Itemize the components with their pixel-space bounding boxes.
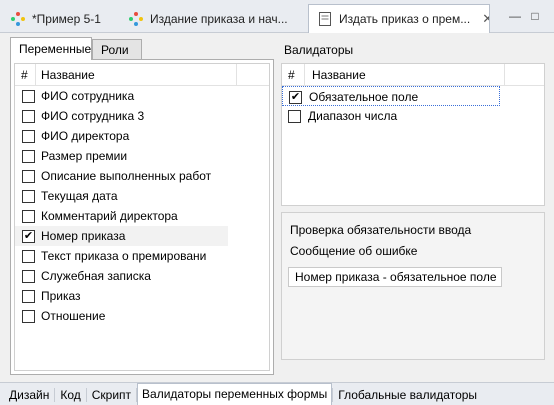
variables-table[interactable]: # Название ФИО сотрудника ФИО сотрудника …: [14, 63, 270, 371]
row-label: Комментарий директора: [41, 209, 178, 223]
checkbox[interactable]: [22, 210, 35, 223]
table-row[interactable]: Диапазон числа: [282, 106, 500, 126]
checkbox[interactable]: [22, 270, 35, 283]
table-row[interactable]: Размер премии: [15, 146, 228, 166]
checkbox[interactable]: [22, 250, 35, 263]
validators-table[interactable]: # Название ✔ Обязательное поле Диапазон чи…: [281, 63, 545, 206]
table-row[interactable]: ФИО сотрудника: [15, 86, 228, 106]
checkbox[interactable]: [22, 130, 35, 143]
header-index: #: [288, 68, 295, 82]
validator-detail: Проверка обязательности ввода Сообщение …: [281, 212, 545, 360]
row-label: Размер премии: [41, 149, 128, 163]
validators-rows: ✔ Обязательное поле Диапазон числа: [282, 86, 544, 126]
table-row[interactable]: Описание выполненных работ: [15, 166, 228, 186]
row-label: Отношение: [41, 309, 106, 323]
row-label: Текущая дата: [41, 189, 118, 203]
checkbox[interactable]: [288, 110, 301, 123]
variables-rows: ФИО сотрудника ФИО сотрудника 3 ФИО директ…: [15, 86, 269, 326]
close-tab-icon[interactable]: ✕: [482, 11, 489, 27]
table-row[interactable]: Служебная записка: [15, 266, 228, 286]
table-header: # Название: [282, 64, 544, 86]
variables-subtabs: Переменные Роли: [10, 37, 274, 60]
row-label: Текст приказа о премировани: [41, 249, 207, 263]
validators-editor: Переменные Роли # Название ФИО сотрудник…: [0, 33, 554, 382]
row-label: ФИО сотрудника: [41, 89, 135, 103]
bottom-tab[interactable]: Глобальные валидаторы: [333, 385, 482, 405]
variables-list-frame: # Название ФИО сотрудника ФИО сотрудника …: [10, 59, 274, 375]
validators-title: Валидаторы: [284, 43, 354, 57]
editor-tab-primer[interactable]: *Пример 5-1: [2, 5, 120, 32]
table-header: # Название: [15, 64, 269, 86]
error-message-field[interactable]: Номер приказа - обязательное поле: [288, 267, 502, 287]
bottom-tab-bar: Дизайн Код Скрипт Валидаторы переменных фор…: [0, 382, 554, 405]
checkbox[interactable]: [22, 310, 35, 323]
row-label: Обязательное поле: [309, 90, 419, 104]
bottom-tab[interactable]: Валидаторы переменных формы: [137, 383, 333, 405]
row-label: Номер приказа: [41, 229, 126, 243]
editor-tab-bar: *Пример 5-1 Издание приказа и нач... Изд…: [0, 0, 554, 33]
checkbox[interactable]: [22, 190, 35, 203]
checkbox[interactable]: [22, 110, 35, 123]
tab-variables[interactable]: Переменные: [10, 37, 92, 60]
checkbox[interactable]: [22, 170, 35, 183]
bottom-tab[interactable]: Дизайн: [4, 385, 54, 405]
table-row[interactable]: ✔ Номер приказа: [15, 226, 228, 246]
table-row[interactable]: Текст приказа о премировани: [15, 246, 228, 266]
checkbox[interactable]: [22, 90, 35, 103]
row-label: Служебная записка: [41, 269, 151, 283]
tab-roles[interactable]: Роли: [92, 39, 142, 59]
bottom-tab[interactable]: Код: [55, 385, 85, 405]
editor-tab-label: *Пример 5-1: [32, 11, 101, 26]
checkbox[interactable]: [22, 290, 35, 303]
table-row[interactable]: Приказ: [15, 286, 228, 306]
table-row[interactable]: ФИО директора: [15, 126, 228, 146]
bottom-tab[interactable]: Скрипт: [87, 385, 136, 405]
error-message-label: Сообщение об ошибке: [290, 244, 418, 258]
header-index: #: [21, 68, 28, 82]
header-name: Название: [312, 68, 366, 82]
editor-tab-label: Издание приказа и нач...: [150, 11, 288, 26]
editor-tab-izdanie[interactable]: Издание приказа и нач...: [120, 5, 308, 32]
checkbox-checked[interactable]: ✔: [22, 230, 35, 243]
variables-panel: Переменные Роли # Название ФИО сотрудник…: [10, 37, 274, 375]
table-row[interactable]: ФИО сотрудника 3: [15, 106, 228, 126]
form-icon: [319, 12, 331, 26]
maximize-icon[interactable]: □: [528, 9, 542, 23]
checkbox-checked[interactable]: ✔: [289, 91, 302, 104]
table-row[interactable]: Комментарий директора: [15, 206, 228, 226]
process-icon: [129, 11, 143, 26]
table-row[interactable]: ✔ Обязательное поле: [282, 86, 500, 106]
process-icon: [11, 11, 25, 26]
row-label: Приказ: [41, 289, 81, 303]
editor-tab-izdat-prikaz[interactable]: Издать приказ о прем... ✕: [308, 4, 490, 33]
row-label: Диапазон числа: [308, 109, 398, 123]
table-row[interactable]: Текущая дата: [15, 186, 228, 206]
header-name: Название: [41, 68, 95, 82]
validators-panel: Валидаторы # Название ✔ Обязательное поле…: [281, 37, 545, 375]
table-row[interactable]: Отношение: [15, 306, 228, 326]
validator-description: Проверка обязательности ввода: [290, 223, 472, 237]
row-label: ФИО директора: [41, 129, 130, 143]
editor-tab-label: Издать приказ о прем...: [339, 12, 471, 26]
row-label: Описание выполненных работ: [41, 169, 212, 183]
row-label: ФИО сотрудника 3: [41, 109, 145, 123]
checkbox[interactable]: [22, 150, 35, 163]
minimize-icon[interactable]: —: [508, 9, 522, 23]
